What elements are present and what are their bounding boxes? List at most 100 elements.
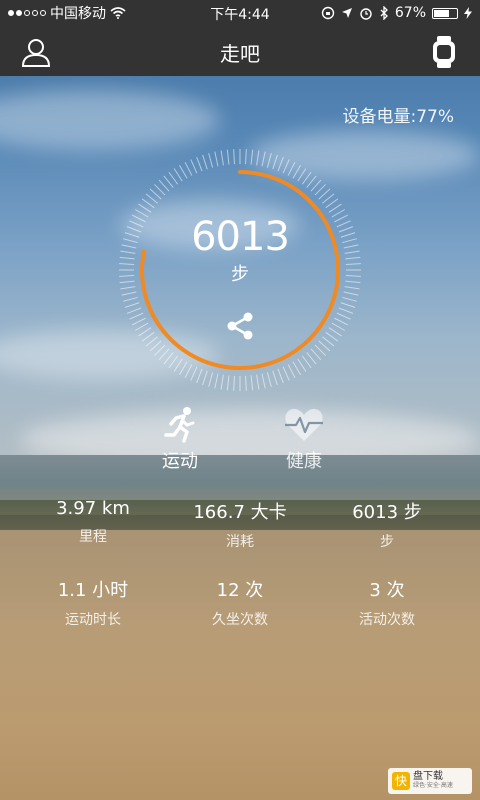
- stat-distance: 3.97 km 里程: [13, 498, 173, 546]
- stat-label: 活动次数: [359, 612, 415, 628]
- dial-tick: [272, 370, 278, 386]
- location-icon: [341, 8, 352, 18]
- dial-tick: [163, 352, 174, 365]
- dial-tick: [158, 179, 170, 192]
- dial-tick: [318, 340, 331, 352]
- dial-tick: [141, 198, 155, 209]
- stat-label: 消耗: [226, 534, 254, 550]
- dial-tick: [184, 161, 193, 176]
- stat-label: 里程: [79, 529, 107, 545]
- dial-tick: [121, 291, 137, 296]
- dial-tick: [310, 179, 322, 192]
- dial-tick: [173, 168, 183, 182]
- dial-tick: [245, 375, 247, 391]
- dial-tick: [256, 150, 260, 166]
- stat-steps: 6013 步 步: [307, 498, 467, 551]
- beach: [0, 530, 480, 800]
- dial-tick: [179, 361, 188, 376]
- dial-tick: [322, 193, 335, 204]
- dial-tick: [331, 322, 346, 331]
- dial-tick: [202, 154, 208, 170]
- dial-tick: [325, 198, 339, 209]
- dial-tick: [220, 150, 224, 166]
- dial-tick: [158, 348, 170, 361]
- dial-tick: [250, 375, 254, 391]
- dial-tick: [179, 164, 188, 179]
- dial-tick: [266, 152, 272, 168]
- dial-tick: [310, 348, 322, 361]
- dial-tick: [340, 302, 356, 308]
- dial-tick: [173, 358, 183, 372]
- dial-tick: [292, 361, 301, 376]
- dial-tick: [250, 149, 254, 165]
- dial-tick: [131, 317, 146, 326]
- dial-tick: [141, 331, 155, 342]
- watch-icon: [433, 36, 455, 68]
- dial-tick: [168, 171, 179, 185]
- dial-tick: [261, 373, 266, 389]
- dial-tick: [338, 307, 354, 314]
- dial-tick: [261, 151, 266, 167]
- step-unit: 步: [231, 264, 249, 285]
- dial-tick: [245, 149, 247, 165]
- stat-value: 6013 步: [352, 502, 422, 523]
- dial-tick: [154, 344, 166, 356]
- alarm-icon: [360, 8, 372, 20]
- tab-exercise-label: 运动: [162, 451, 198, 472]
- dial-tick: [220, 374, 224, 390]
- tab-health-label: 健康: [286, 451, 322, 472]
- dial-tick: [196, 368, 203, 384]
- dial-tick: [325, 331, 339, 342]
- dial-tick: [233, 375, 235, 391]
- dial-tick: [292, 164, 301, 179]
- charging-icon: [464, 7, 472, 19]
- dial-tick: [124, 302, 140, 308]
- dial-tick: [297, 168, 307, 182]
- dial-tick: [277, 156, 284, 172]
- dial-tick: [301, 355, 312, 369]
- dial-tick: [129, 312, 144, 320]
- device-battery-label: 设备电量:77%: [342, 107, 454, 127]
- dial-tick: [344, 286, 360, 290]
- dial-tick: [214, 373, 219, 389]
- dial-tick: [226, 149, 230, 165]
- dial-tick: [134, 322, 149, 331]
- dial-tick: [190, 159, 198, 174]
- dial-tick: [306, 352, 317, 365]
- dial-tick: [266, 372, 272, 388]
- dial-tick: [126, 307, 142, 314]
- dial-tick: [208, 152, 214, 168]
- dial-tick: [277, 368, 284, 384]
- share-icon[interactable]: [224, 310, 256, 342]
- dial-tick: [163, 175, 174, 188]
- heart-rate-icon: [285, 408, 323, 441]
- dial-tick: [272, 154, 278, 170]
- dial-tick: [287, 161, 296, 176]
- dial-tick: [233, 149, 235, 165]
- stat-value: 12 次: [216, 580, 264, 601]
- stat-label: 运动时长: [65, 612, 121, 628]
- stat-label: 久坐次数: [212, 612, 268, 628]
- dial-tick: [138, 327, 152, 337]
- dial-tick: [328, 327, 342, 337]
- dial-tick: [343, 291, 359, 296]
- stat-label: 步: [380, 534, 394, 550]
- tab-exercise[interactable]: 运动: [130, 405, 230, 473]
- dial-tick: [138, 203, 152, 213]
- tab-health[interactable]: 健康: [254, 405, 354, 473]
- dial-tick: [322, 336, 335, 347]
- stat-exercise-duration: 1.1 小时 运动时长: [13, 576, 173, 629]
- dial-tick: [287, 364, 296, 379]
- dial-tick: [202, 370, 208, 386]
- dial-tick: [149, 340, 162, 352]
- status-bar: 中国移动 下午4:44 67%: [0, 0, 480, 26]
- battery-icon: [432, 7, 458, 19]
- dial-tick: [342, 296, 358, 302]
- watermark-logo: 快 盘下载 绿色·安全·高速: [388, 768, 472, 794]
- watermark-mark: 快: [392, 772, 410, 790]
- watch-button[interactable]: [424, 32, 464, 72]
- dial-tick: [297, 358, 307, 372]
- stat-activity-count: 3 次 活动次数: [307, 576, 467, 629]
- step-count: 6013: [191, 214, 290, 260]
- stat-value: 3.97 km: [56, 498, 130, 519]
